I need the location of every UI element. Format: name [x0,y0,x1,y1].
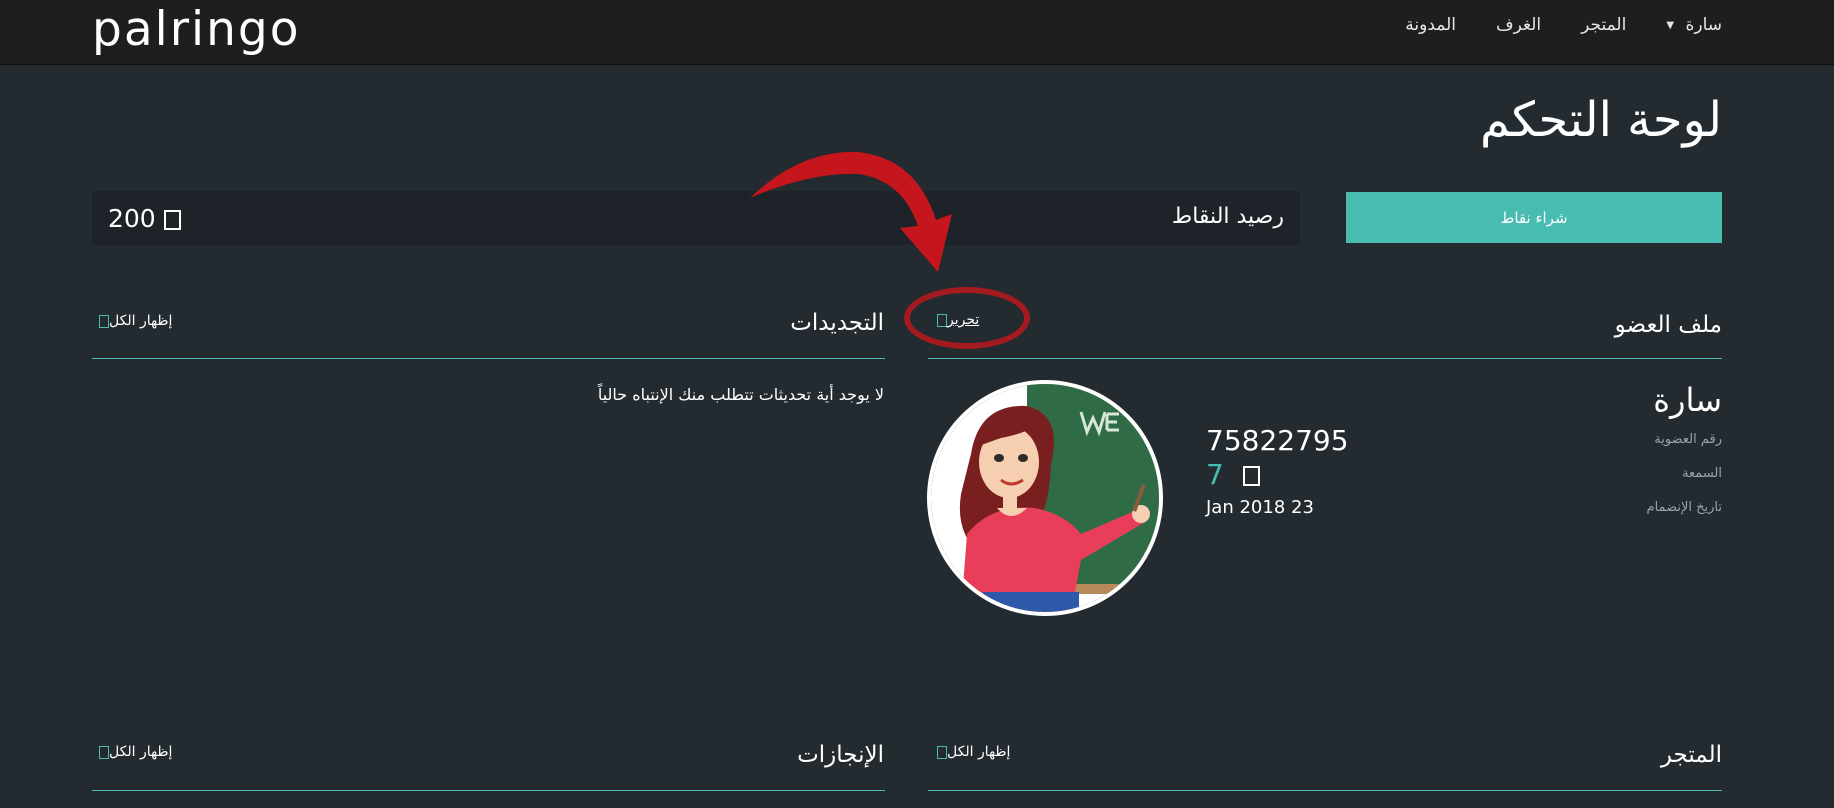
updates-show-all-link[interactable]: إظهار الكل [92,313,172,329]
achievements-show-all-link[interactable]: إظهار الكل [92,744,172,760]
achievements-title: الإنجازات [797,742,884,768]
reputation-icon [1242,466,1260,486]
nav-user-label: سارة [1685,15,1722,35]
points-balance-bar: 200 رصيد النقاط [92,191,1300,245]
store-divider [928,790,1722,791]
profile-divider [928,358,1722,359]
reputation-value: 7 [1206,458,1260,491]
updates-empty-message: لا يوجد أية تحديثات تتطلب منك الإنتباه ح… [597,385,884,404]
nav-user-menu[interactable]: سارة ▼ [1666,15,1722,35]
annotation-arrow-icon [750,151,952,272]
store-show-all-label: إظهار الكل [947,744,1011,760]
palringo-logo[interactable]: palringo [92,2,300,57]
expand-icon [937,745,947,759]
store-title: المتجر [1660,742,1722,768]
avatar[interactable] [927,380,1163,616]
member-id-label: رقم العضوية [1654,432,1722,447]
points-value: 200 [108,204,181,233]
buy-points-button[interactable]: شراء نقاط [1346,192,1722,243]
expand-icon [99,314,109,328]
coin-icon [163,210,181,230]
updates-show-all-label: إظهار الكل [109,313,173,329]
annotation-circle-icon [904,287,1030,349]
member-name: سارة [1653,381,1722,419]
nav-blog[interactable]: المدونة [1405,15,1456,35]
reputation-number: 7 [1206,458,1224,491]
member-id-value: 75822795 [1206,424,1349,457]
store-show-all-link[interactable]: إظهار الكل [930,744,1010,760]
avatar-illustration [931,384,1159,612]
nav-rooms[interactable]: الغرف [1496,15,1541,35]
top-navbar: palringo سارة ▼ المتجر الغرف المدونة [0,0,1834,65]
profile-title: ملف العضو [1614,312,1722,338]
expand-icon [99,745,109,759]
points-label: رصيد النقاط [1171,204,1284,229]
join-date-label: تاريخ الإنضمام [1646,500,1722,515]
achievements-show-all-label: إظهار الكل [109,744,173,760]
updates-title: التجديدات [790,310,884,336]
nav-store[interactable]: المتجر [1581,15,1626,35]
caret-down-icon: ▼ [1666,19,1675,31]
reputation-label: السمعة [1682,466,1722,481]
page-title: لوحة التحكم [1480,92,1722,148]
main-nav: سارة ▼ المتجر الغرف المدونة [1405,15,1722,35]
join-date-value: Jan 2018 23 [1206,497,1314,518]
points-amount: 200 [108,204,156,233]
updates-divider [92,358,885,359]
achievements-divider [92,790,885,791]
